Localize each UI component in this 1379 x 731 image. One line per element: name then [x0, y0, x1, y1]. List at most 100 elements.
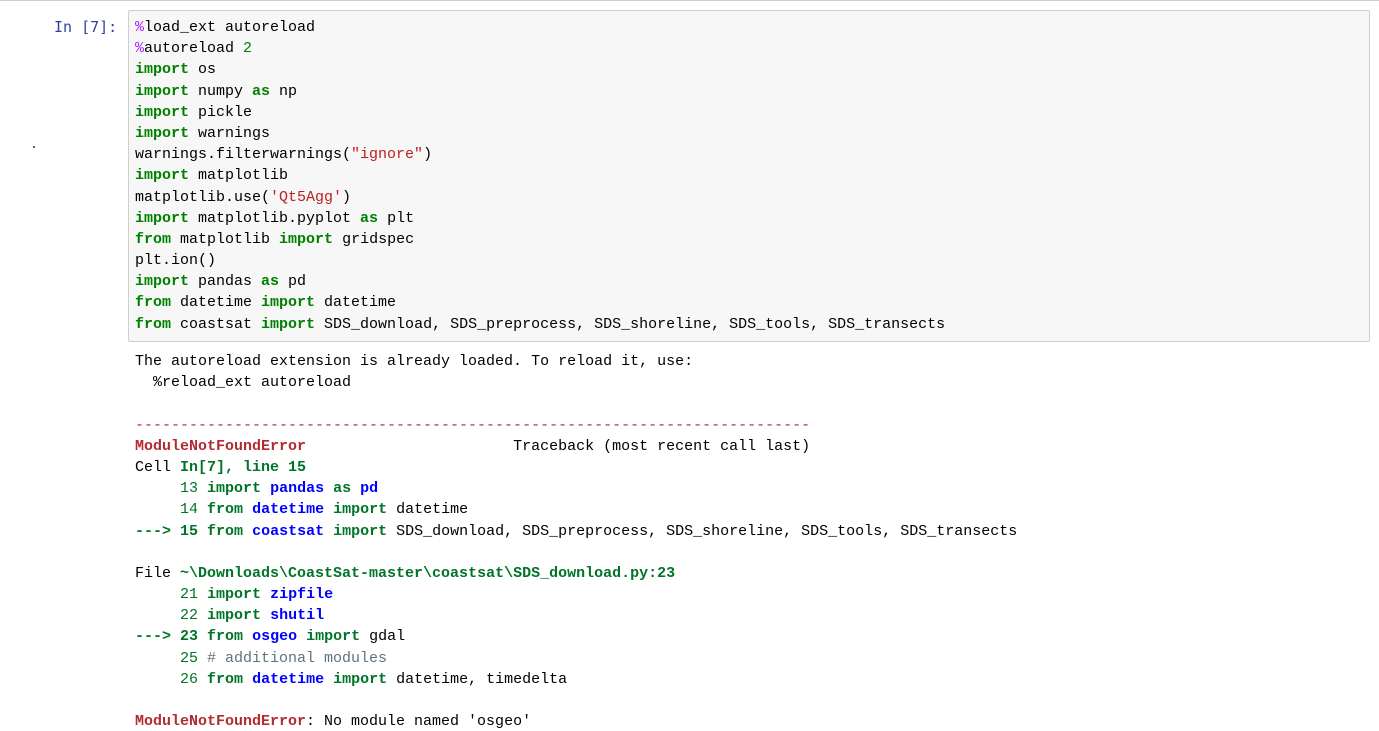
code-line: matplotlib.use('Qt5Agg') [135, 187, 945, 208]
code-token: matplotlib.use( [135, 188, 271, 206]
code-token: load_ext autoreload [144, 19, 316, 36]
code-token: import [135, 82, 190, 100]
code-token: pandas [270, 480, 325, 498]
code-line: import pickle [135, 102, 945, 123]
code-token: In[7], line 15 [180, 458, 307, 476]
code-token: autoreload [144, 40, 244, 58]
code-token: as [252, 82, 271, 100]
code-token: % [135, 40, 145, 58]
code-token: pd [360, 480, 379, 498]
code-token: import [306, 628, 361, 646]
code-token: import [135, 273, 190, 291]
code-token: as [360, 209, 379, 227]
code-token: datetime [387, 501, 469, 519]
code-cell-input[interactable]: %load_ext autoreload %autoreload 2 import … [128, 10, 1370, 342]
output-line: ModuleNotFoundError: No module named 'os… [135, 711, 1017, 731]
code-token: ModuleNotFoundError [135, 437, 307, 455]
code-token: "ignore" [351, 146, 424, 164]
code-token: 22 [135, 607, 199, 625]
code-token: import [135, 61, 190, 79]
code-token: Traceback (most recent call last) [306, 437, 811, 455]
code-token: from [135, 315, 172, 333]
output-line: 14 from datetime import datetime [135, 499, 1017, 520]
code-editor[interactable]: %load_ext autoreload %autoreload 2 import … [135, 17, 945, 335]
code-token: osgeo [252, 628, 298, 646]
code-token: datetime [315, 294, 397, 312]
code-token: 21 [135, 586, 199, 604]
code-token: from [207, 501, 244, 519]
code-token: ) [423, 146, 433, 164]
code-token: pandas [189, 273, 262, 291]
code-line: %load_ext autoreload [135, 17, 945, 38]
output-line: 21 import zipfile [135, 584, 1017, 605]
code-line: import warnings [135, 123, 945, 144]
code-token: from [135, 294, 172, 312]
code-token: as [261, 273, 280, 291]
code-line: import pandas as pd [135, 271, 945, 292]
code-token: # additional modules [207, 649, 388, 667]
output-line: ----------------------------------------… [135, 415, 1017, 436]
code-line: import matplotlib.pyplot as plt [135, 208, 945, 229]
code-token: as [333, 480, 352, 498]
output-line: File ~\Downloads\CoastSat-master\coastsa… [135, 563, 1017, 584]
code-line: import matplotlib [135, 165, 945, 186]
code-token: SDS_download, SDS_preprocess, SDS_shorel… [387, 522, 1018, 540]
code-token: File [135, 564, 181, 582]
code-token: : No module named 'osgeo' [306, 713, 532, 731]
top-divider [0, 0, 1379, 1]
code-token: Cell [135, 458, 181, 476]
output-line: The autoreload extension is already load… [135, 351, 1017, 372]
cell-output: The autoreload extension is already load… [135, 351, 1017, 731]
code-line: plt.ion() [135, 250, 945, 271]
code-token: datetime [171, 294, 262, 312]
code-token: pickle [189, 103, 253, 121]
code-token: plt [378, 209, 415, 227]
code-token: pd [279, 273, 307, 291]
code-token: matplotlib [171, 230, 280, 248]
output-line: ---> 15 from coastsat import SDS_downloa… [135, 521, 1017, 542]
output-line: ModuleNotFoundError Traceback (most rece… [135, 436, 1017, 457]
code-token: import [261, 315, 316, 333]
code-token: The autoreload extension is already load… [135, 353, 694, 370]
stray-dot [33, 146, 35, 148]
cell-prompt: In [7]: [54, 18, 118, 36]
code-line: from datetime import datetime [135, 292, 945, 313]
code-token: warnings [189, 124, 271, 142]
code-token: import [207, 607, 262, 625]
code-token: gridspec [333, 230, 415, 248]
code-token: SDS_download, SDS_preprocess, SDS_shorel… [315, 315, 946, 333]
code-token: % [135, 19, 145, 36]
code-token: from [207, 628, 244, 646]
code-token: datetime, timedelta [387, 670, 568, 688]
code-line: from matplotlib import gridspec [135, 229, 945, 250]
output-line: 25 # additional modules [135, 648, 1017, 669]
code-token: ~\Downloads\CoastSat-master\coastsat\SDS… [180, 564, 676, 582]
code-token: ) [342, 188, 352, 206]
code-token: import [207, 480, 262, 498]
code-token: np [270, 82, 298, 100]
output-line: 22 import shutil [135, 605, 1017, 626]
code-token: ---> 23 [135, 628, 199, 646]
code-token: from [207, 522, 244, 540]
output-line: Cell In[7], line 15 [135, 457, 1017, 478]
code-token: import [207, 586, 262, 604]
code-token: import [135, 167, 190, 185]
code-token: warnings.filterwarnings( [135, 146, 352, 164]
code-token: datetime [252, 670, 325, 688]
code-token: 'Qt5Agg' [270, 188, 343, 206]
code-token: %reload_ext autoreload [135, 374, 352, 392]
code-token: os [189, 61, 217, 79]
